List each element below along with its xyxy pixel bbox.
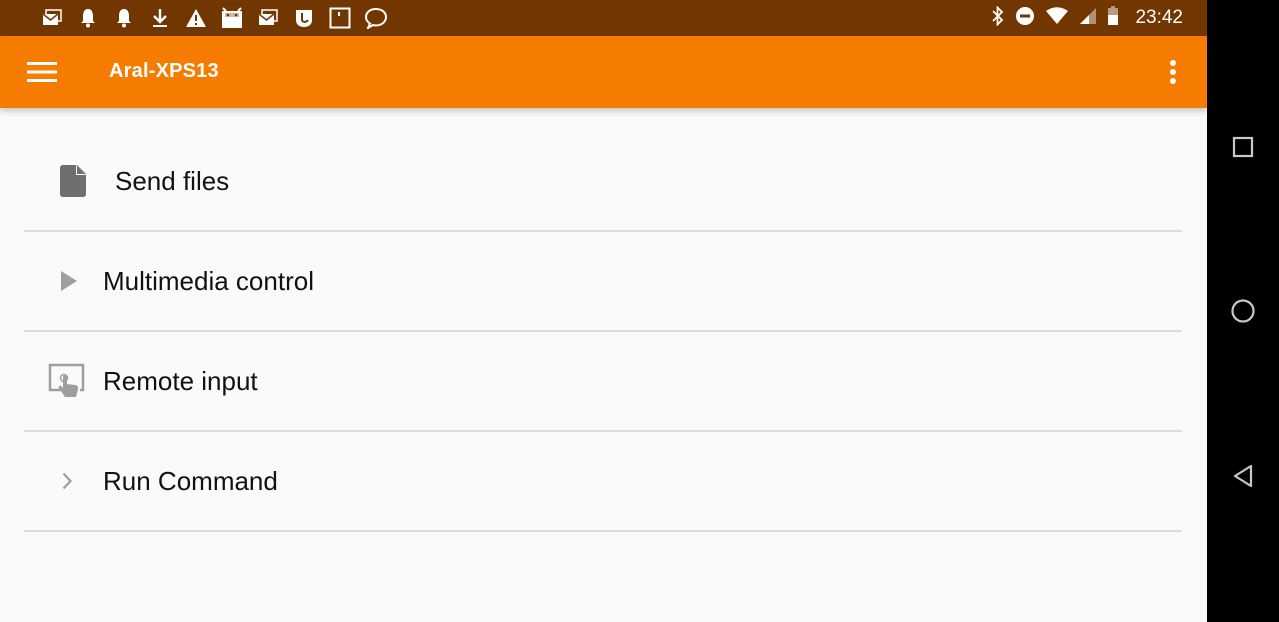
plugin-list: Send files Multimedia control Remote inp… [24,132,1182,532]
wifi-icon [1045,6,1069,30]
more-vert-icon [1170,60,1176,84]
recents-square-icon [1232,136,1254,158]
list-item-label: Remote input [103,366,258,396]
back-triangle-icon [1233,464,1253,488]
system-navigation-bar [1207,0,1279,622]
file-icon [59,132,87,230]
chat-bubble-icon [364,6,388,30]
recents-button[interactable] [1223,127,1263,167]
list-item-run-command[interactable]: Run Command [24,432,1182,532]
touchpad-icon [48,332,86,430]
email-icon [256,6,280,30]
bell-icon [112,6,136,30]
back-button[interactable] [1223,456,1263,496]
battery-icon [1107,5,1119,31]
home-button[interactable] [1223,291,1263,331]
hamburger-menu-icon [27,62,57,82]
chevron-right-icon [61,432,73,530]
app-screen: 23:42 Aral-XPS13 Send files Multimedia c… [0,0,1207,622]
warning-icon [184,6,208,30]
list-item-send-files[interactable]: Send files [24,132,1182,232]
status-bar: 23:42 [0,0,1207,36]
bell-icon [76,6,100,30]
list-item-remote-input[interactable]: Remote input [24,332,1182,432]
square-icon [328,6,352,30]
app-title: Aral-XPS13 [109,60,219,82]
app-bar: Aral-XPS13 [0,36,1207,108]
home-circle-icon [1231,299,1255,323]
bluetooth-icon [991,4,1005,31]
clock: 23:42 [1135,7,1183,28]
navigation-drawer-button[interactable] [22,52,62,92]
list-item-label: Multimedia control [103,266,314,296]
list-item-label: Send files [115,166,230,196]
download-icon [148,6,172,30]
notification-icons [40,0,388,36]
overflow-menu-button[interactable] [1158,52,1188,92]
cell-signal-icon [1079,7,1097,30]
list-item-label: Run Command [103,466,278,496]
android-icon [220,6,244,30]
system-icons: 23:42 [991,0,1183,36]
play-icon [59,232,79,330]
list-item-multimedia-control[interactable]: Multimedia control [24,232,1182,332]
email-icon [40,6,64,30]
do-not-disturb-icon [1015,6,1035,31]
app-icon [292,6,316,30]
